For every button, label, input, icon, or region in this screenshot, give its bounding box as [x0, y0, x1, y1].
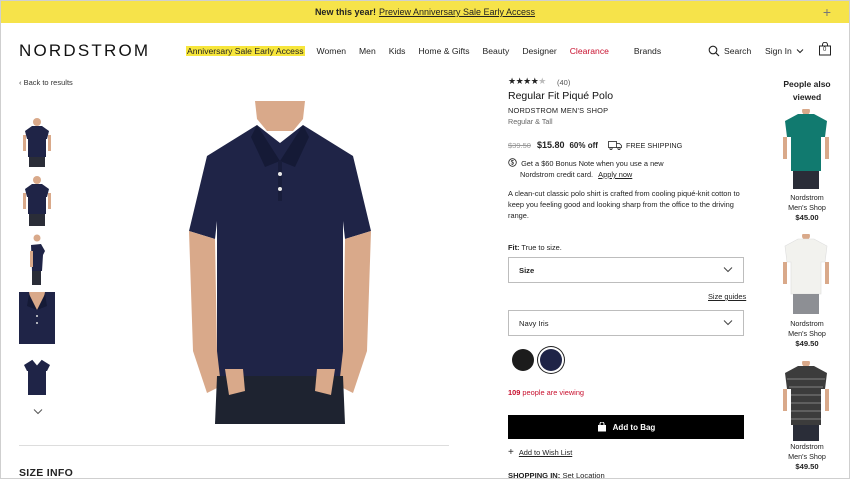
free-shipping: FREE SHIPPING	[608, 141, 682, 150]
thumbnail-detail[interactable]	[19, 292, 55, 344]
plus-icon: +	[508, 447, 514, 458]
sale-price: $15.80	[536, 140, 565, 150]
shipping-label: FREE SHIPPING	[625, 140, 683, 150]
rail-item-2-image[interactable]	[781, 232, 831, 314]
truck-icon	[608, 140, 622, 150]
shopping-bag-icon	[597, 422, 606, 432]
swatch-navy-iris[interactable]	[540, 349, 562, 371]
banner-lead: New this year!	[314, 7, 376, 17]
thumbnail-side[interactable]	[19, 233, 55, 285]
rail-item-1-price: $45.00	[795, 213, 819, 222]
rail-item-1-brand1: Nordstrom	[790, 193, 824, 202]
nav-beauty[interactable]: Beauty	[483, 46, 510, 56]
price-line: $39.50 $15.80 60% off FREE SHIPPING	[508, 140, 682, 150]
add-to-bag-label: Add to Bag	[612, 422, 656, 432]
main-nav: Anniversary Sale Early Access Women Men …	[186, 46, 674, 56]
rail-item-3-brand2: Men's Shop	[788, 452, 826, 461]
size-guides-link[interactable]: Size guides	[708, 292, 746, 301]
shopping-in-label: SHOPPING IN:	[508, 471, 561, 479]
back-to-results-link[interactable]: ‹ Back to results	[19, 78, 73, 87]
signin-label: Sign In	[765, 46, 792, 56]
fit-label: Fit:	[508, 243, 520, 252]
people-also-viewed-heading: People also viewed	[779, 78, 835, 104]
thumbnail-front-2[interactable]	[19, 174, 55, 226]
rail-item-1-text[interactable]: Nordstrom Men's Shop $45.00	[771, 193, 843, 223]
color-select-value: Navy Iris	[519, 318, 549, 328]
rail-item-2-brand2: Men's Shop	[788, 329, 826, 338]
rating-stars[interactable]: ★★★★★	[508, 76, 546, 87]
nordstrom-logo[interactable]: NORDSTROM	[19, 41, 150, 61]
rail-item-3-image[interactable]	[781, 359, 831, 441]
discount-label: 60% off	[569, 140, 598, 150]
rail-item-2-text[interactable]: Nordstrom Men's Shop $49.50	[771, 319, 843, 349]
rail-item-2-brand1: Nordstrom	[790, 319, 824, 328]
swatch-black[interactable]	[512, 349, 534, 371]
add-to-bag-button[interactable]: Add to Bag	[508, 415, 744, 439]
promo-banner: New this year! Preview Anniversary Sale …	[1, 1, 849, 23]
search-label: Search	[724, 46, 752, 56]
nav-designer[interactable]: Designer	[522, 46, 556, 56]
apply-now-link[interactable]: Apply now	[598, 170, 632, 179]
banner-link[interactable]: Preview Anniversary Sale Early Access	[379, 7, 535, 17]
product-page: New this year! Preview Anniversary Sale …	[0, 0, 850, 479]
bonus-note: $ Get a $60 Bonus Note when you use a ne…	[508, 158, 664, 180]
add-to-wish-list-link[interactable]: + Add to Wish List	[508, 447, 572, 458]
rail-item-1-brand2: Men's Shop	[788, 203, 826, 212]
nav-brands[interactable]: Brands	[634, 46, 661, 56]
section-divider	[19, 445, 449, 446]
bag-count: 0	[823, 47, 827, 53]
viewing-text: people are viewing	[522, 388, 585, 397]
bonus-line-2: Nordstrom credit card.	[520, 170, 594, 179]
banner-expand-icon[interactable]: +	[823, 4, 831, 20]
signin-button[interactable]: Sign In	[765, 46, 804, 56]
chevron-down-icon	[796, 49, 804, 54]
fit-value: True to size.	[521, 243, 562, 252]
shopping-in: SHOPPING IN: Set Location	[508, 471, 605, 479]
product-description: A clean-cut classic polo shirt is crafte…	[508, 189, 740, 220]
dollar-circle-icon: $	[508, 158, 517, 167]
rail-item-1-image[interactable]	[781, 107, 831, 189]
viewing-number: 109	[508, 388, 521, 397]
fit-type: Regular & Tall	[508, 117, 553, 126]
viewing-count: 109 people are viewing	[508, 388, 584, 397]
bonus-line-1: Get a $60 Bonus Note when you use a new	[521, 159, 664, 168]
thumbnail-front[interactable]	[19, 115, 55, 167]
rail-item-2-price: $49.50	[795, 339, 819, 348]
shopping-bag-button[interactable]: 0	[818, 41, 832, 56]
size-info-heading: SIZE INFO	[19, 467, 74, 479]
nav-clearance[interactable]: Clearance	[570, 46, 609, 56]
size-select-value: Size	[519, 265, 535, 275]
product-title: Regular Fit Piqué Polo	[508, 90, 614, 102]
rail-title-line-2: viewed	[792, 92, 822, 102]
search-icon	[708, 45, 720, 57]
star-icon: ★★★★	[508, 76, 539, 86]
rail-title-line-1: People also	[783, 79, 831, 89]
rail-item-3-price: $49.50	[795, 462, 819, 471]
product-main-image[interactable]	[185, 101, 375, 424]
size-select[interactable]: Size	[508, 257, 744, 283]
nav-anniversary-sale[interactable]: Anniversary Sale Early Access	[186, 46, 305, 56]
fit-note: Fit: True to size.	[508, 243, 562, 252]
rail-item-3-text[interactable]: Nordstrom Men's Shop $49.50	[771, 442, 843, 472]
set-location-link[interactable]: Set Location	[562, 471, 604, 478]
chevron-down-icon	[723, 267, 733, 273]
back-label: Back to results	[23, 78, 73, 87]
nav-men[interactable]: Men	[359, 46, 376, 56]
original-price: $39.50	[508, 140, 531, 150]
chevron-down-icon	[723, 320, 733, 326]
thumbnail-flat[interactable]	[19, 351, 55, 403]
wish-list-label: Add to Wish List	[518, 448, 573, 457]
nav-kids[interactable]: Kids	[389, 46, 406, 56]
review-count[interactable]: (40)	[557, 78, 570, 87]
chevron-down-icon[interactable]	[33, 408, 43, 415]
color-select[interactable]: Navy Iris	[508, 310, 744, 336]
half-star-icon: ★	[538, 76, 546, 86]
nav-women[interactable]: Women	[317, 46, 346, 56]
search-button[interactable]: Search	[708, 45, 751, 57]
product-brand[interactable]: NORDSTROM MEN'S SHOP	[508, 106, 608, 115]
nav-home-gifts[interactable]: Home & Gifts	[418, 46, 469, 56]
rail-item-3-brand1: Nordstrom	[790, 442, 824, 451]
